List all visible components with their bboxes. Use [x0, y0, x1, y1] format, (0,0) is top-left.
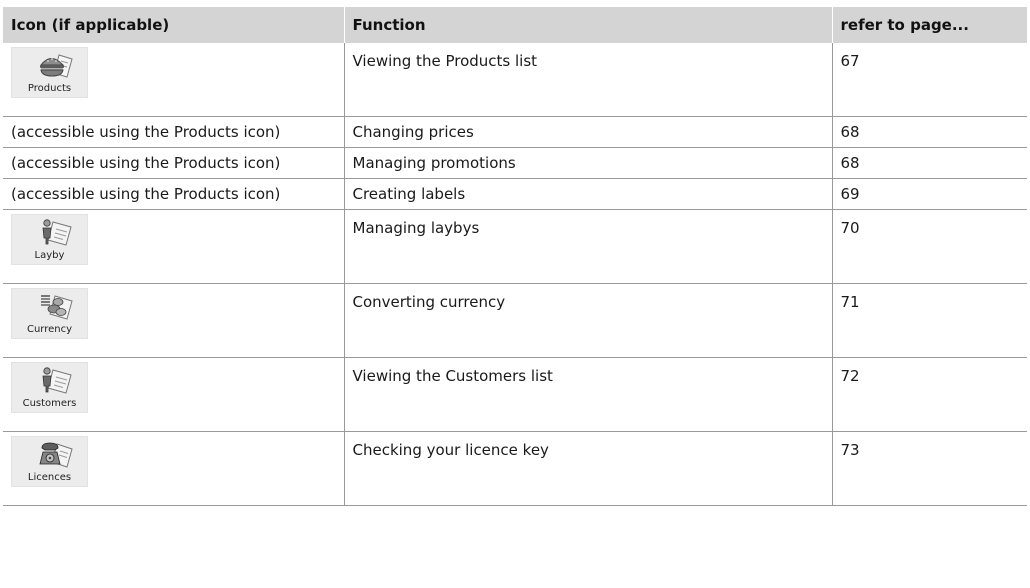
table-row: Currency Converting currency 71 [3, 283, 1027, 358]
icon-label: Layby [34, 250, 65, 261]
table-row: (accessible using the Products icon) Cre… [3, 178, 1027, 210]
icon-label: Licences [27, 472, 72, 483]
products-icon-tile[interactable]: Products [11, 47, 88, 98]
icon-cell: Customers [3, 357, 345, 432]
icon-cell: Layby [3, 209, 345, 284]
table-row: Products Viewing the Products list 67 [3, 43, 1027, 117]
table-header-row: Icon (if applicable) Function refer to p… [3, 7, 1027, 43]
burger-icon [39, 54, 73, 78]
layby-icon-tile[interactable]: Layby [11, 214, 88, 265]
function-cell: Converting currency [344, 283, 833, 358]
function-cell: Changing prices [344, 116, 833, 148]
licences-icon-tile[interactable]: Licences [11, 436, 88, 487]
page-cell: 71 [832, 283, 1027, 358]
icon-label: Currency [26, 324, 73, 335]
table-row: (accessible using the Products icon) Cha… [3, 116, 1027, 148]
person-document-icon [42, 219, 72, 246]
customers-icon-tile[interactable]: Customers [11, 362, 88, 413]
table-row: (accessible using the Products icon) Man… [3, 147, 1027, 179]
header-page: refer to page... [832, 7, 1027, 43]
function-cell: Managing promotions [344, 147, 833, 179]
icon-label: Products [27, 83, 72, 94]
icon-cell: Products [3, 43, 345, 117]
note-cell: (accessible using the Products icon) [3, 178, 345, 210]
page-cell: 73 [832, 431, 1027, 506]
function-cell: Creating labels [344, 178, 833, 210]
page: Icon (if applicable) Function refer to p… [0, 0, 1030, 588]
person-document-icon [42, 367, 72, 394]
function-cell: Checking your licence key [344, 431, 833, 506]
function-cell: Managing laybys [344, 209, 833, 284]
icon-cell: Licences [3, 431, 345, 506]
page-cell: 68 [832, 147, 1027, 179]
header-function: Function [344, 7, 833, 43]
coins-icon [41, 295, 73, 320]
page-cell: 72 [832, 357, 1027, 432]
function-cell: Viewing the Customers list [344, 357, 833, 432]
function-reference-table: Icon (if applicable) Function refer to p… [3, 7, 1027, 506]
currency-icon-tile[interactable]: Currency [11, 288, 88, 339]
page-cell: 70 [832, 209, 1027, 284]
telephone-icon [39, 442, 73, 468]
header-icon: Icon (if applicable) [3, 7, 345, 43]
page-cell: 67 [832, 43, 1027, 117]
note-cell: (accessible using the Products icon) [3, 147, 345, 179]
note-cell: (accessible using the Products icon) [3, 116, 345, 148]
icon-cell: Currency [3, 283, 345, 358]
page-cell: 69 [832, 178, 1027, 210]
table-row: Layby Managing laybys 70 [3, 209, 1027, 284]
function-cell: Viewing the Products list [344, 43, 833, 117]
table-row: Licences Checking your licence key 73 [3, 431, 1027, 506]
page-cell: 68 [832, 116, 1027, 148]
table-row: Customers Viewing the Customers list 72 [3, 357, 1027, 432]
icon-label: Customers [22, 398, 77, 409]
